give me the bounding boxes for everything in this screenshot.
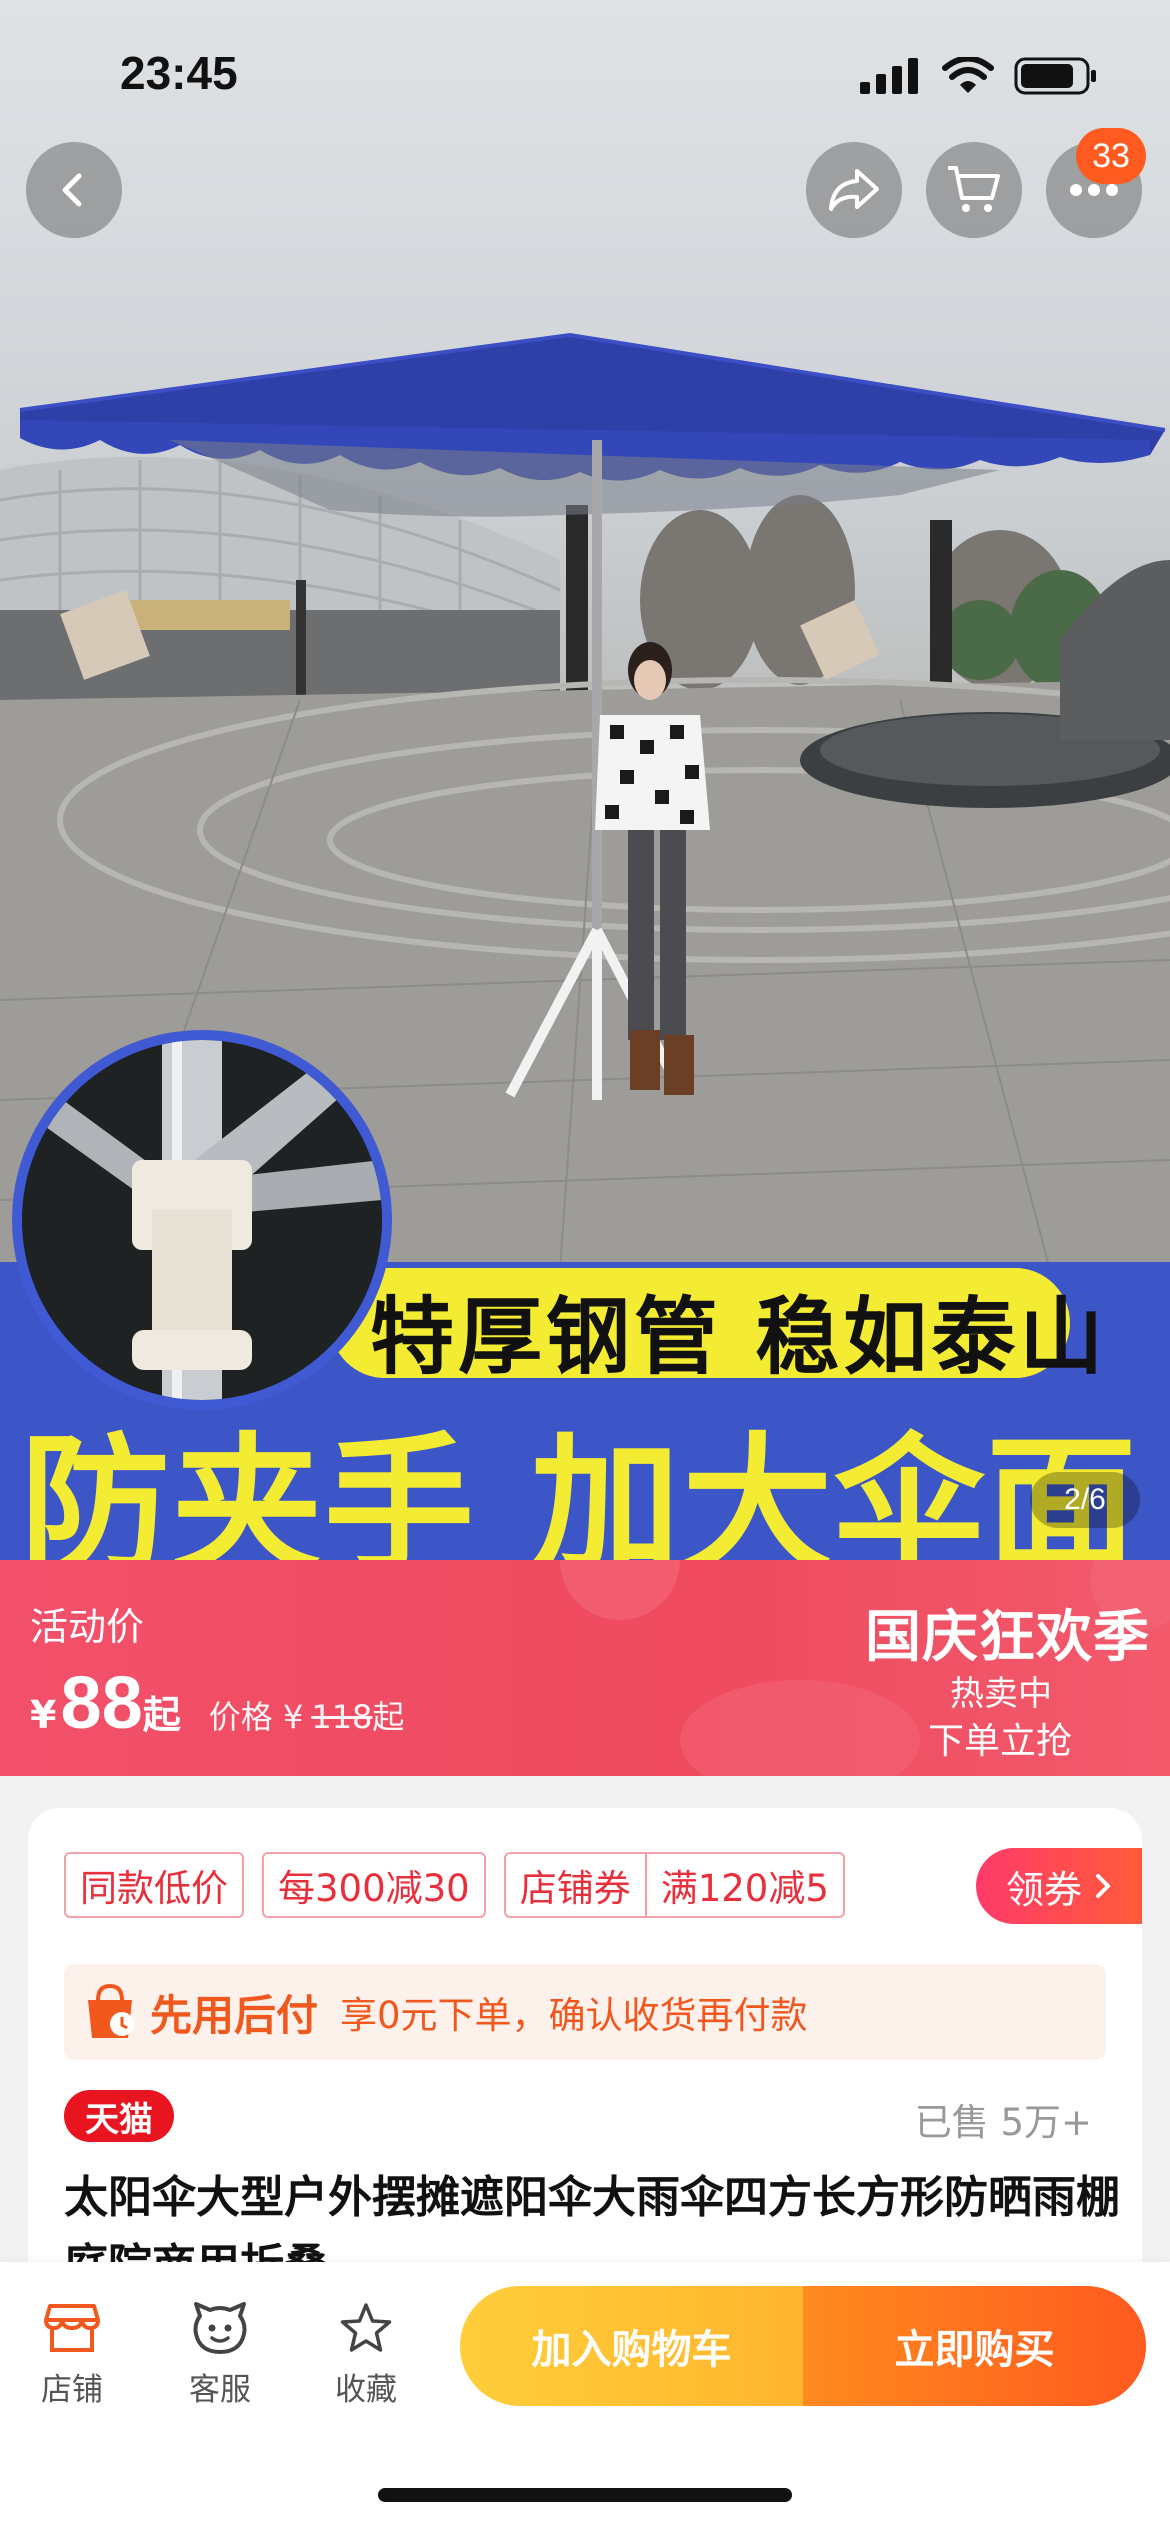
promo-subtitle-2: 下单立抢 [928, 1721, 1073, 1762]
buy-now-button[interactable]: 立即购买 [803, 2286, 1146, 2406]
original-price-suffix: 起 [372, 1698, 405, 1736]
customer-service-label: 客服 [189, 2372, 251, 2408]
detail-inset-image [12, 1030, 392, 1410]
pay-later-description: 享0元下单，确认收货再付款 [340, 1994, 808, 2037]
add-to-cart-button[interactable]: 加入购物车 [460, 2286, 803, 2406]
chevron-right-icon [1096, 1874, 1110, 1898]
original-price: 118 [311, 1698, 373, 1736]
cart-button[interactable] [926, 142, 1022, 238]
original-price-label: 价格 ¥ [208, 1698, 304, 1736]
battery-icon [1014, 57, 1096, 95]
favorite-tab[interactable]: 收藏 [306, 2302, 426, 2409]
banner-line2: 防夹手 加大伞面 [20, 1420, 1139, 1560]
price-banner: 活动价 ¥ 88 起 价格 ¥ 118 起 国庆狂欢季 热卖中 下单立抢 [0, 1560, 1170, 1776]
share-button[interactable] [806, 142, 902, 238]
coupon-discount[interactable]: 每300减30 [262, 1852, 486, 1918]
image-counter: 2/6 [1030, 1472, 1140, 1528]
customer-service-icon [193, 2302, 247, 2354]
claim-coupon-label: 领券 [1005, 1867, 1082, 1912]
banner-line1: 特厚钢管 稳如泰山 [370, 1288, 1108, 1386]
coupon-row: 同款低价 每300减30 店铺券 满120减5 [64, 1852, 845, 1918]
pipe-joint-closeup [22, 1040, 382, 1400]
status-bar: 23:45 [0, 0, 1170, 150]
price-suffix: 起 [142, 1693, 181, 1737]
store-tab[interactable]: 店铺 [12, 2302, 132, 2409]
currency-symbol: ¥ [30, 1693, 57, 1737]
share-icon [829, 169, 879, 211]
coupon-same-low-price[interactable]: 同款低价 [64, 1852, 244, 1918]
price-amount: 88 [60, 1661, 143, 1744]
promo-title: 国庆狂欢季 [865, 1605, 1150, 1670]
back-button[interactable] [26, 142, 122, 238]
chevron-left-icon [62, 173, 82, 207]
product-page: 23:45 33 特厚钢管 稳如泰山 防夹手 加大伞面 2/6 活动价 ¥ 88… [0, 0, 1170, 2532]
price-row: ¥ 88 起 价格 ¥ 118 起 [30, 1660, 404, 1745]
star-icon [340, 2303, 392, 2352]
product-image-carousel[interactable]: 23:45 33 特厚钢管 稳如泰山 防夹手 加大伞面 2/6 [0, 0, 1170, 1560]
sold-count: 已售 5万+ [914, 2101, 1092, 2144]
store-coupon-label: 店铺券 [519, 1867, 631, 1910]
store-tab-label: 店铺 [41, 2372, 103, 2408]
status-icons [860, 56, 1098, 96]
signal-icon [860, 58, 918, 94]
tmall-badge: 天猫 [64, 2090, 174, 2142]
cart-icon [948, 166, 1000, 212]
store-coupon-value: 满120减5 [644, 1854, 843, 1916]
pay-later-banner[interactable]: 先用后付 享0元下单，确认收货再付款 [64, 1964, 1106, 2060]
bottom-action-bar: 店铺 客服 收藏 加入购物车 立即购买 [0, 2262, 1170, 2532]
price-label: 活动价 [30, 1605, 145, 1649]
promo-subtitle-1: 热卖中 [950, 1674, 1052, 1714]
more-icon [1070, 184, 1118, 196]
pay-later-title: 先用后付 [150, 1990, 319, 2040]
status-time: 23:45 [120, 47, 238, 99]
wifi-icon [942, 57, 994, 93]
shopping-bag-icon [88, 1984, 134, 2038]
favorite-label: 收藏 [335, 2372, 397, 2408]
home-indicator[interactable] [378, 2488, 792, 2502]
store-coupon[interactable]: 店铺券 满120减5 [503, 1852, 845, 1918]
claim-coupon-button[interactable]: 领券 [976, 1848, 1142, 1924]
store-icon [44, 2304, 100, 2352]
message-badge: 33 [1076, 128, 1146, 184]
customer-service-tab[interactable]: 客服 [160, 2302, 280, 2409]
